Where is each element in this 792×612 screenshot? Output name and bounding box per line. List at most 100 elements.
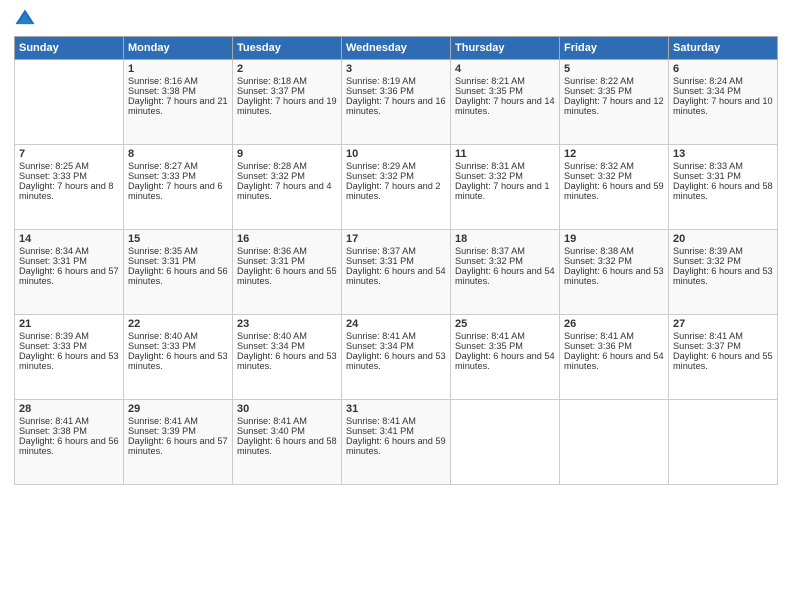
daylight-text: Daylight: 6 hours and 56 minutes. (19, 436, 119, 456)
sunrise-text: Sunrise: 8:41 AM (19, 416, 89, 426)
sunrise-text: Sunrise: 8:22 AM (564, 76, 634, 86)
day-number: 16 (237, 233, 337, 245)
calendar-cell: 30Sunrise: 8:41 AMSunset: 3:40 PMDayligh… (233, 400, 342, 485)
sunset-text: Sunset: 3:37 PM (237, 86, 305, 96)
daylight-text: Daylight: 7 hours and 6 minutes. (128, 181, 223, 201)
calendar-cell: 18Sunrise: 8:37 AMSunset: 3:32 PMDayligh… (451, 230, 560, 315)
day-number: 20 (673, 233, 773, 245)
day-number: 10 (346, 148, 446, 160)
sunset-text: Sunset: 3:32 PM (673, 256, 741, 266)
calendar-cell: 11Sunrise: 8:31 AMSunset: 3:32 PMDayligh… (451, 145, 560, 230)
sunrise-text: Sunrise: 8:16 AM (128, 76, 198, 86)
day-number: 24 (346, 318, 446, 330)
day-number: 26 (564, 318, 664, 330)
sunset-text: Sunset: 3:31 PM (673, 171, 741, 181)
sunset-text: Sunset: 3:33 PM (128, 341, 196, 351)
sunrise-text: Sunrise: 8:40 AM (128, 331, 198, 341)
day-header-thursday: Thursday (451, 37, 560, 60)
day-number: 28 (19, 403, 119, 415)
day-header-saturday: Saturday (669, 37, 778, 60)
sunrise-text: Sunrise: 8:18 AM (237, 76, 307, 86)
sunset-text: Sunset: 3:34 PM (346, 341, 414, 351)
sunset-text: Sunset: 3:35 PM (455, 341, 523, 351)
calendar-cell (15, 60, 124, 145)
day-number: 1 (128, 63, 228, 75)
daylight-text: Daylight: 6 hours and 54 minutes. (346, 266, 446, 286)
sunrise-text: Sunrise: 8:27 AM (128, 161, 198, 171)
calendar-week-4: 21Sunrise: 8:39 AMSunset: 3:33 PMDayligh… (15, 315, 778, 400)
calendar-cell: 5Sunrise: 8:22 AMSunset: 3:35 PMDaylight… (560, 60, 669, 145)
calendar-cell: 19Sunrise: 8:38 AMSunset: 3:32 PMDayligh… (560, 230, 669, 315)
sunset-text: Sunset: 3:31 PM (346, 256, 414, 266)
daylight-text: Daylight: 6 hours and 53 minutes. (19, 351, 119, 371)
day-number: 31 (346, 403, 446, 415)
day-number: 9 (237, 148, 337, 160)
sunrise-text: Sunrise: 8:40 AM (237, 331, 307, 341)
calendar-cell: 20Sunrise: 8:39 AMSunset: 3:32 PMDayligh… (669, 230, 778, 315)
calendar-cell: 21Sunrise: 8:39 AMSunset: 3:33 PMDayligh… (15, 315, 124, 400)
day-number: 7 (19, 148, 119, 160)
day-number: 6 (673, 63, 773, 75)
day-number: 19 (564, 233, 664, 245)
sunrise-text: Sunrise: 8:41 AM (237, 416, 307, 426)
daylight-text: Daylight: 6 hours and 53 minutes. (346, 351, 446, 371)
calendar-cell: 10Sunrise: 8:29 AMSunset: 3:32 PMDayligh… (342, 145, 451, 230)
sunset-text: Sunset: 3:35 PM (455, 86, 523, 96)
daylight-text: Daylight: 7 hours and 1 minute. (455, 181, 550, 201)
daylight-text: Daylight: 6 hours and 58 minutes. (237, 436, 337, 456)
calendar-cell: 25Sunrise: 8:41 AMSunset: 3:35 PMDayligh… (451, 315, 560, 400)
day-number: 27 (673, 318, 773, 330)
daylight-text: Daylight: 7 hours and 8 minutes. (19, 181, 114, 201)
sunset-text: Sunset: 3:40 PM (237, 426, 305, 436)
calendar-cell: 22Sunrise: 8:40 AMSunset: 3:33 PMDayligh… (124, 315, 233, 400)
day-number: 14 (19, 233, 119, 245)
calendar-cell: 24Sunrise: 8:41 AMSunset: 3:34 PMDayligh… (342, 315, 451, 400)
day-number: 5 (564, 63, 664, 75)
daylight-text: Daylight: 6 hours and 54 minutes. (564, 351, 664, 371)
daylight-text: Daylight: 7 hours and 2 minutes. (346, 181, 441, 201)
daylight-text: Daylight: 6 hours and 55 minutes. (237, 266, 337, 286)
sunrise-text: Sunrise: 8:19 AM (346, 76, 416, 86)
page-container: SundayMondayTuesdayWednesdayThursdayFrid… (0, 0, 792, 495)
day-number: 22 (128, 318, 228, 330)
calendar-cell: 2Sunrise: 8:18 AMSunset: 3:37 PMDaylight… (233, 60, 342, 145)
sunrise-text: Sunrise: 8:41 AM (346, 331, 416, 341)
calendar-week-2: 7Sunrise: 8:25 AMSunset: 3:33 PMDaylight… (15, 145, 778, 230)
sunset-text: Sunset: 3:37 PM (673, 341, 741, 351)
daylight-text: Daylight: 6 hours and 53 minutes. (564, 266, 664, 286)
day-header-monday: Monday (124, 37, 233, 60)
sunrise-text: Sunrise: 8:41 AM (564, 331, 634, 341)
calendar-cell: 9Sunrise: 8:28 AMSunset: 3:32 PMDaylight… (233, 145, 342, 230)
day-number: 21 (19, 318, 119, 330)
daylight-text: Daylight: 6 hours and 58 minutes. (673, 181, 773, 201)
sunset-text: Sunset: 3:41 PM (346, 426, 414, 436)
sunrise-text: Sunrise: 8:25 AM (19, 161, 89, 171)
sunrise-text: Sunrise: 8:28 AM (237, 161, 307, 171)
logo-icon (14, 8, 36, 30)
sunset-text: Sunset: 3:32 PM (237, 171, 305, 181)
day-number: 30 (237, 403, 337, 415)
day-number: 15 (128, 233, 228, 245)
sunset-text: Sunset: 3:33 PM (19, 171, 87, 181)
daylight-text: Daylight: 7 hours and 4 minutes. (237, 181, 332, 201)
sunrise-text: Sunrise: 8:21 AM (455, 76, 525, 86)
day-number: 4 (455, 63, 555, 75)
calendar-cell (560, 400, 669, 485)
daylight-text: Daylight: 6 hours and 53 minutes. (237, 351, 337, 371)
sunset-text: Sunset: 3:32 PM (455, 171, 523, 181)
daylight-text: Daylight: 6 hours and 56 minutes. (128, 266, 228, 286)
daylight-text: Daylight: 6 hours and 54 minutes. (455, 266, 555, 286)
daylight-text: Daylight: 7 hours and 14 minutes. (455, 96, 555, 116)
daylight-text: Daylight: 6 hours and 57 minutes. (19, 266, 119, 286)
sunrise-text: Sunrise: 8:34 AM (19, 246, 89, 256)
calendar-cell: 3Sunrise: 8:19 AMSunset: 3:36 PMDaylight… (342, 60, 451, 145)
day-number: 12 (564, 148, 664, 160)
sunrise-text: Sunrise: 8:37 AM (346, 246, 416, 256)
sunset-text: Sunset: 3:34 PM (673, 86, 741, 96)
sunrise-text: Sunrise: 8:33 AM (673, 161, 743, 171)
daylight-text: Daylight: 6 hours and 53 minutes. (128, 351, 228, 371)
day-number: 25 (455, 318, 555, 330)
calendar-header: SundayMondayTuesdayWednesdayThursdayFrid… (15, 37, 778, 60)
calendar-cell: 13Sunrise: 8:33 AMSunset: 3:31 PMDayligh… (669, 145, 778, 230)
daylight-text: Daylight: 7 hours and 19 minutes. (237, 96, 337, 116)
